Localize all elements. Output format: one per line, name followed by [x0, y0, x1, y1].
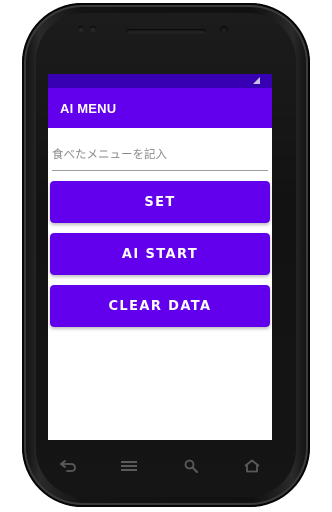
search-icon[interactable] — [181, 458, 201, 474]
emulator-stage: AI MENU SET AI START CLEAR DATA — [0, 0, 332, 512]
app-title: AI MENU — [60, 100, 117, 116]
home-menu-icon[interactable] — [119, 458, 139, 474]
app-bar: AI MENU — [48, 88, 272, 128]
main-content: SET AI START CLEAR DATA — [48, 138, 272, 327]
home-icon[interactable] — [242, 458, 262, 474]
back-icon[interactable] — [58, 458, 78, 474]
menu-input[interactable] — [52, 147, 268, 161]
set-button[interactable]: SET — [50, 181, 270, 223]
status-bar — [48, 74, 272, 88]
sensor-dot — [90, 26, 96, 32]
signal-icon — [253, 77, 260, 84]
device-screen: AI MENU SET AI START CLEAR DATA — [48, 74, 272, 440]
front-camera — [220, 26, 228, 34]
hardware-nav-bar — [58, 456, 262, 476]
sensor-dots — [78, 26, 96, 32]
earpiece-speaker — [126, 29, 206, 34]
menu-input-container — [52, 138, 268, 171]
ai-start-button[interactable]: AI START — [50, 233, 270, 275]
clear-data-button[interactable]: CLEAR DATA — [50, 285, 270, 327]
sensor-dot — [78, 26, 84, 32]
